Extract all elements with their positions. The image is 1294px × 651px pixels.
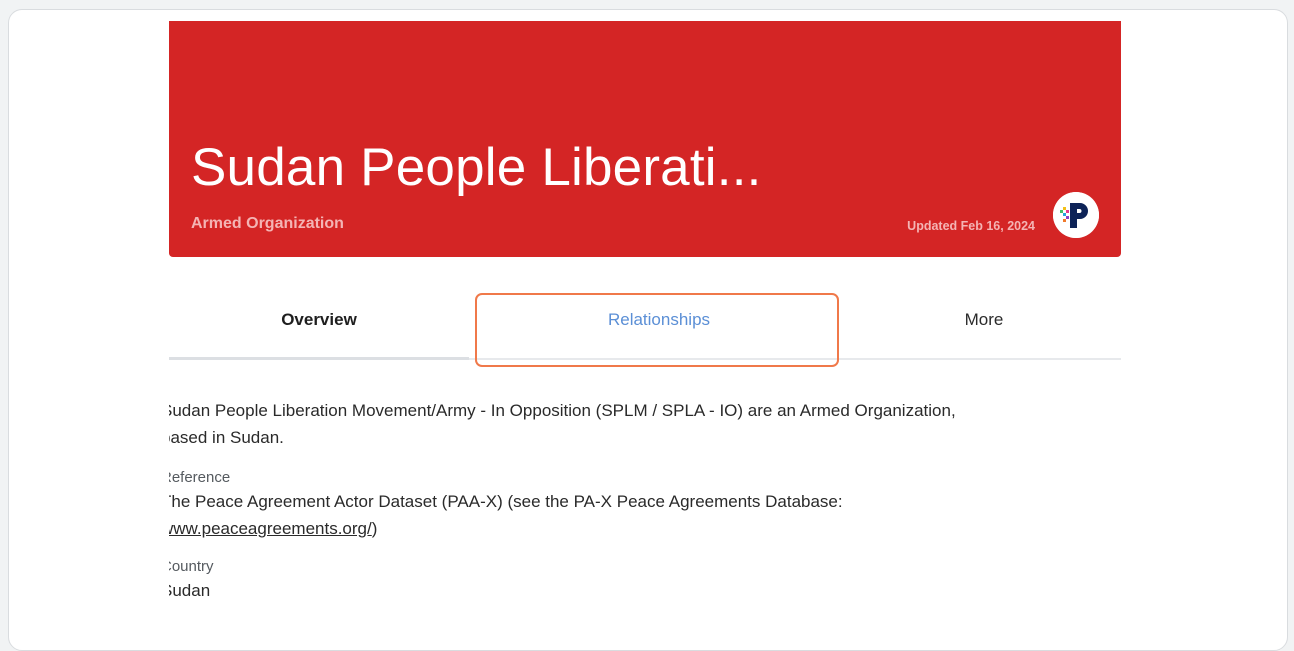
- tab-overview[interactable]: Overview: [169, 282, 469, 358]
- tab-bar: Overview Relationships More: [169, 282, 1121, 367]
- overview-content: Sudan People Liberation Movement/Army - …: [169, 397, 1121, 604]
- reference-label: Reference: [169, 469, 231, 486]
- updated-date: Updated Feb 16, 2024: [907, 219, 1035, 233]
- browser-frame: Sudan People Liberati... Armed Organizat…: [8, 9, 1288, 651]
- tab-more[interactable]: More: [819, 282, 1129, 358]
- reference-link-line: www.peaceagreements.org/): [169, 515, 1121, 542]
- reference-close-paren: ): [371, 519, 378, 538]
- country-value: Sudan: [169, 581, 211, 600]
- tab-relationships[interactable]: Relationships: [477, 282, 841, 358]
- page-title: Sudan People Liberati...: [191, 138, 762, 197]
- reference-text: The Peace Agreement Actor Dataset (PAA-X…: [169, 492, 843, 511]
- page-viewport: Sudan People Liberati... Armed Organizat…: [169, 10, 1129, 650]
- entity-type-label: Armed Organization: [191, 215, 344, 232]
- header-banner: Sudan People Liberati... Armed Organizat…: [169, 21, 1121, 257]
- pax-logo-icon: [1053, 192, 1099, 238]
- active-tab-indicator: [169, 357, 469, 360]
- reference-link[interactable]: www.peaceagreements.org/: [169, 519, 372, 538]
- description-line-1: Sudan People Liberation Movement/Army - …: [169, 401, 956, 420]
- description-line-2: based in Sudan.: [169, 428, 284, 447]
- country-label: Country: [169, 558, 214, 575]
